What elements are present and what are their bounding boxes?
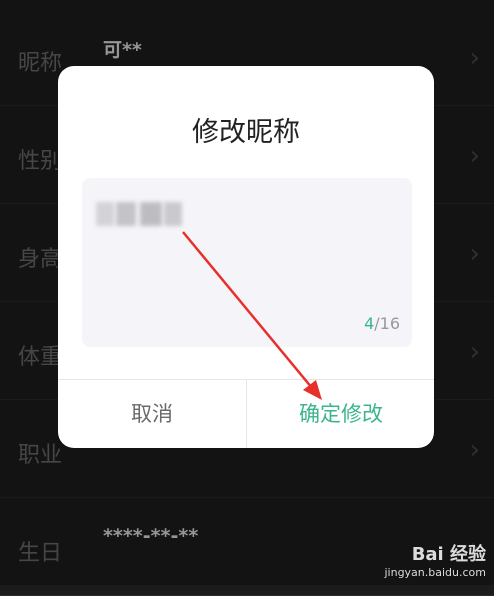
watermark-url: jingyan.baidu.com <box>384 566 486 579</box>
watermark: Bai 经验 jingyan.baidu.com <box>384 540 486 579</box>
char-count-max: /16 <box>374 314 400 333</box>
cancel-button[interactable]: 取消 <box>58 380 246 448</box>
watermark-brand: Bai 经验 <box>411 544 486 565</box>
dialog-title: 修改昵称 <box>192 117 300 148</box>
char-count-current: 4 <box>364 314 375 333</box>
char-counter: 4/16 <box>364 314 400 333</box>
blurred-nickname-text <box>96 202 182 226</box>
nickname-input[interactable]: 4/16 <box>82 178 412 347</box>
confirm-modify-button[interactable]: 确定修改 <box>247 380 434 448</box>
edit-nickname-dialog: 修改昵称 4/16 取消 确定修改 <box>58 66 434 448</box>
